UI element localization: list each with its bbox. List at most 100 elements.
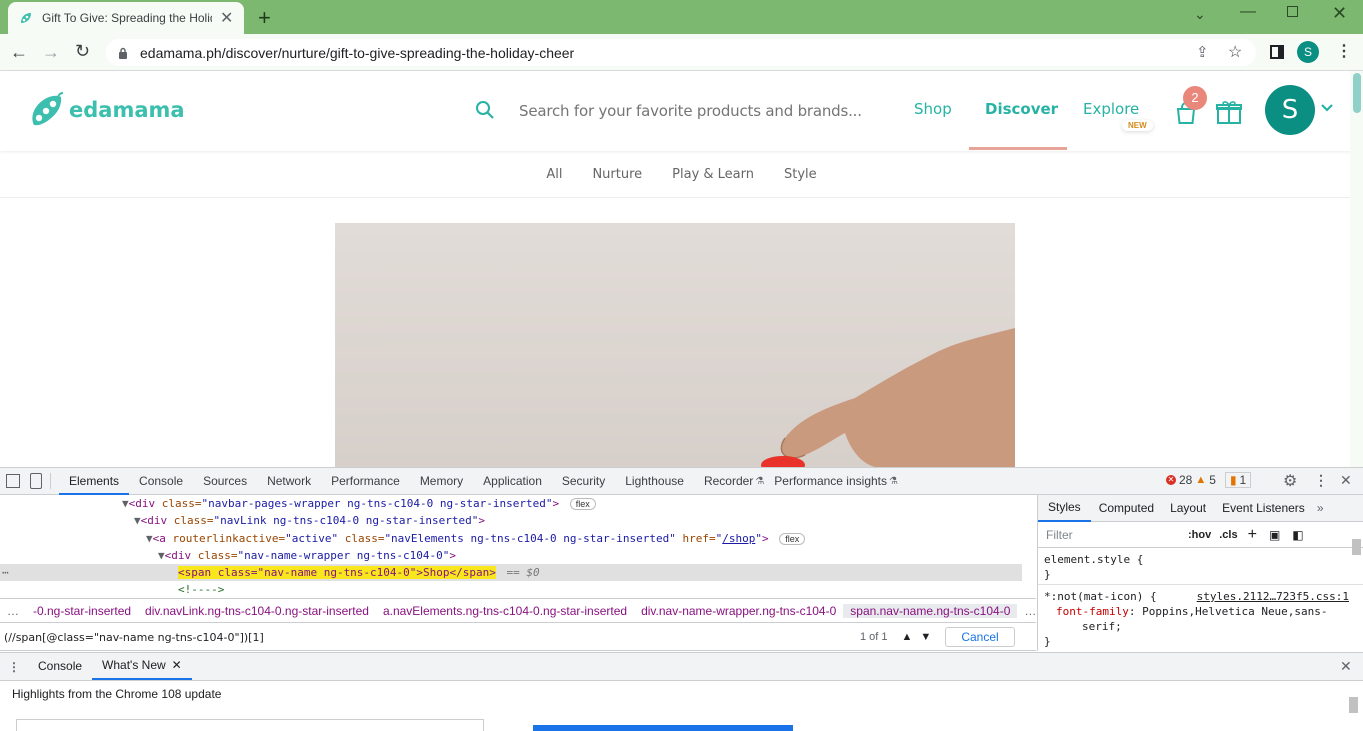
subnav-play-learn[interactable]: Play & Learn — [672, 167, 754, 182]
breadcrumb-item[interactable]: div.navLink.ng-tns-c104-0.ng-star-insert… — [138, 604, 376, 618]
flex-badge[interactable]: flex — [569, 498, 596, 510]
tab-elements[interactable]: Elements — [59, 468, 130, 495]
tab-event-listeners[interactable]: Event Listeners — [1214, 501, 1313, 515]
close-tab-icon[interactable]: ✕ — [220, 8, 233, 28]
tab-lighthouse[interactable]: Lighthouse — [615, 468, 694, 495]
dom-node-navlink[interactable]: ▼<div class="navLink ng-tns-c104-0 ng-st… — [0, 512, 1022, 529]
tab-application[interactable]: Application — [473, 468, 552, 495]
issues-badge[interactable]: ▮ 1 — [1224, 472, 1252, 488]
breadcrumb-overflow-icon[interactable]: … — [0, 604, 26, 618]
tab-search-icon[interactable]: ⌄ — [1194, 6, 1206, 23]
drawer-menu-icon[interactable]: ⋮ — [0, 660, 28, 674]
class-toggle[interactable]: .cls — [1219, 529, 1237, 541]
subnav-nurture[interactable]: Nurture — [592, 167, 642, 182]
restore-icon[interactable] — [1287, 6, 1298, 17]
lock-icon[interactable] — [118, 47, 128, 59]
forward-icon[interactable]: → — [42, 42, 60, 63]
tab-styles[interactable]: Styles — [1038, 495, 1091, 522]
drawer-tab-console[interactable]: Console — [28, 653, 92, 680]
gift-icon[interactable] — [1216, 99, 1242, 125]
browser-menu-icon[interactable]: ⋮ — [1336, 41, 1352, 61]
rule-selector: *:not(mat-icon) { — [1044, 590, 1157, 603]
back-icon[interactable]: ← — [10, 42, 28, 63]
paint-icon[interactable]: ▣ — [1269, 528, 1280, 542]
site-header: edamama Search for your favorite product… — [0, 71, 1363, 151]
tab-security[interactable]: Security — [552, 468, 615, 495]
subnav-all[interactable]: All — [546, 167, 562, 182]
subnav-style[interactable]: Style — [784, 167, 817, 182]
browser-tab[interactable]: Gift To Give: Spreading the Holid ✕ — [8, 2, 244, 34]
bookmark-star-icon[interactable]: ☆ — [1228, 42, 1242, 62]
site-logo[interactable]: edamama — [28, 91, 185, 129]
nav-explore[interactable]: Explore — [1083, 100, 1139, 118]
xpath-search-input[interactable]: (//span[@class="nav-name ng-tns-c104-0"]… — [0, 631, 850, 644]
dom-node-comment[interactable]: <!----> — [0, 581, 1022, 593]
issue-icon: ▮ — [1229, 473, 1237, 487]
close-devtools-icon[interactable]: ✕ — [1340, 472, 1352, 489]
settings-gear-icon[interactable]: ⚙ — [1283, 471, 1297, 491]
page-scrollbar[interactable] — [1350, 71, 1363, 467]
new-tab-icon[interactable]: + — [258, 5, 271, 31]
flex-badge[interactable]: flex — [779, 532, 806, 545]
breadcrumb-item[interactable]: a.navElements.ng-tns-c104-0.ng-star-inse… — [376, 604, 634, 618]
dom-node-nav-name-wrapper[interactable]: ▼<div class="nav-name-wrapper ng-tns-c10… — [0, 547, 1022, 564]
search-prev-icon[interactable]: ▲ — [902, 631, 913, 643]
tab-performance[interactable]: Performance — [321, 468, 410, 495]
search-icon[interactable] — [475, 100, 495, 120]
styles-filter-input[interactable]: Filter — [1038, 528, 1188, 542]
dom-node-selected-span[interactable]: ⋯ <span class="nav-name ng-tns-c104-0">S… — [0, 564, 1022, 582]
issue-counters[interactable]: ✕ 28 ▲ 5 ▮ 1 — [1166, 472, 1252, 488]
dom-tag: <a — [152, 531, 166, 545]
tab-sources[interactable]: Sources — [193, 468, 257, 495]
styles-scrollbar[interactable] — [1349, 535, 1363, 647]
tab-console[interactable]: Console — [129, 468, 193, 495]
address-bar[interactable]: edamama.ph/discover/nurture/gift-to-give… — [106, 39, 1256, 66]
css-property-value[interactable]: Poppins,Helvetica Neue,sans- — [1142, 605, 1327, 618]
search-next-icon[interactable]: ▼ — [920, 631, 931, 643]
close-drawer-icon[interactable]: ✕ — [1340, 658, 1352, 675]
dom-node-navbar-wrapper[interactable]: ▼<div class="navbar-pages-wrapper ng-tns… — [0, 495, 1022, 512]
node-options-icon[interactable]: ⋯ — [2, 564, 9, 581]
dom-tree[interactable]: ▼<div class="navbar-pages-wrapper ng-tns… — [0, 495, 1022, 597]
breadcrumb-overflow-icon[interactable]: … — [1017, 604, 1036, 618]
tab-recorder[interactable]: Recorder — [694, 468, 763, 495]
whats-new-scrollbar-thumb[interactable] — [1349, 697, 1358, 713]
bookmarks-panel-icon[interactable] — [1270, 45, 1284, 59]
css-property-name[interactable]: font-family — [1056, 605, 1129, 618]
styles-scrollbar-thumb[interactable] — [1352, 539, 1361, 555]
toggle-sidebar-icon[interactable]: ◧ — [1292, 528, 1303, 542]
new-style-rule-icon[interactable]: + — [1248, 526, 1257, 544]
inspect-element-icon[interactable] — [6, 474, 20, 488]
tab-layout[interactable]: Layout — [1162, 501, 1214, 515]
page-scrollbar-thumb[interactable] — [1353, 73, 1361, 113]
nav-shop[interactable]: Shop — [914, 100, 952, 118]
close-window-icon[interactable]: ✕ — [1332, 3, 1347, 24]
nav-discover[interactable]: Discover — [985, 100, 1058, 118]
user-avatar[interactable]: S — [1265, 85, 1315, 135]
breadcrumb-item-selected[interactable]: span.nav-name.ng-tns-c104-0 — [843, 603, 1018, 618]
chevron-down-icon[interactable] — [1320, 103, 1334, 113]
breadcrumb-item[interactable]: -0.ng-star-inserted — [26, 604, 138, 618]
dom-href-link[interactable]: /shop — [722, 532, 755, 545]
close-whats-new-icon[interactable]: ✕ — [172, 653, 182, 678]
minimize-icon[interactable]: — — [1240, 3, 1256, 21]
rule-source-link[interactable]: styles.2112…723f5.css:1 — [1197, 589, 1349, 604]
article-hero-image — [335, 223, 1015, 467]
share-icon[interactable]: ⇪ — [1196, 43, 1209, 61]
profile-avatar[interactable]: S — [1297, 41, 1319, 63]
more-tabs-icon[interactable]: » — [1313, 501, 1328, 515]
tab-memory[interactable]: Memory — [410, 468, 473, 495]
drawer-tab-whats-new[interactable]: What's New ✕ — [92, 653, 192, 680]
devtools-menu-icon[interactable]: ⋮ — [1314, 472, 1328, 489]
tab-performance-insights[interactable]: Performance insights — [764, 468, 897, 495]
reload-icon[interactable]: ↻ — [75, 41, 90, 62]
tab-computed[interactable]: Computed — [1091, 501, 1162, 515]
dom-node-anchor[interactable]: ▼<a routerlinkactive="active" class="nav… — [0, 530, 1022, 547]
search-cancel-button[interactable]: Cancel — [945, 627, 1015, 647]
breadcrumb-item[interactable]: div.nav-name-wrapper.ng-tns-c104-0 — [634, 604, 843, 618]
device-toolbar-icon[interactable] — [30, 473, 42, 489]
whats-new-scrollbar[interactable] — [1347, 697, 1361, 731]
hover-state-toggle[interactable]: :hov — [1188, 529, 1211, 541]
site-search-input[interactable]: Search for your favorite products and br… — [519, 102, 862, 120]
tab-network[interactable]: Network — [257, 468, 321, 495]
